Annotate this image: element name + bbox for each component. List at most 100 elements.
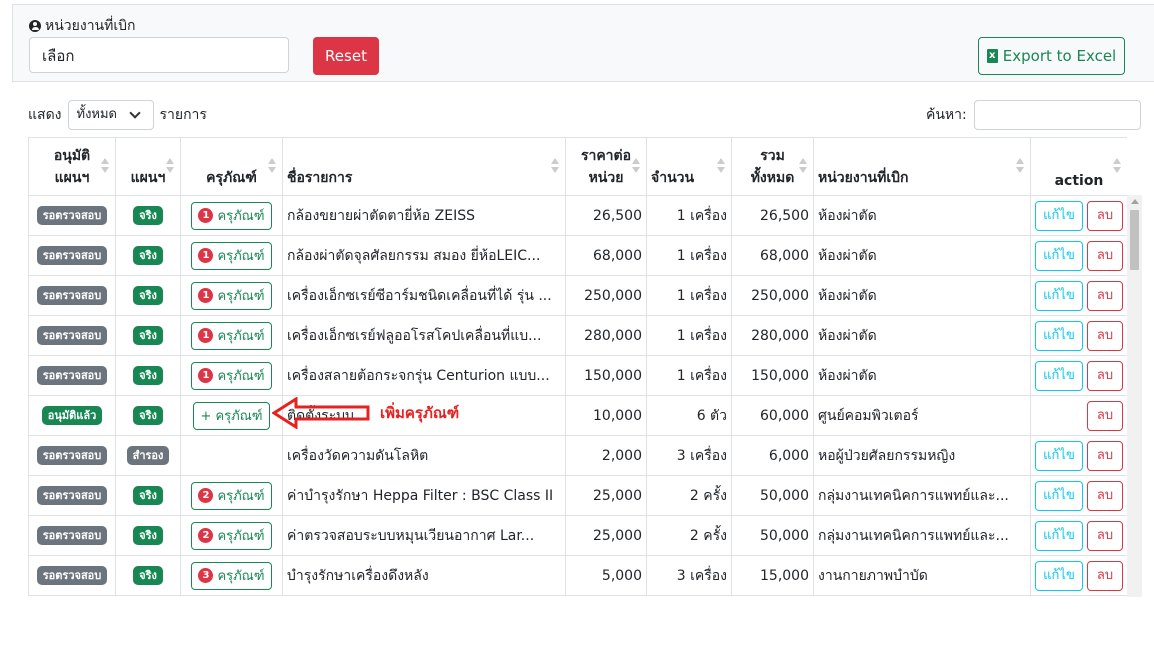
equipment-button[interactable]: 3 ครุภัณฑ์ [191, 561, 272, 590]
scroll-thumb[interactable] [1130, 210, 1139, 270]
table-scrollbar[interactable] [1127, 195, 1142, 597]
equipment-cell: 1 ครุภัณฑ์ [180, 235, 283, 276]
equipment-button[interactable]: 2 ครุภัณฑ์ [191, 521, 272, 550]
delete-button[interactable]: ลบ [1087, 240, 1123, 271]
equipment-button[interactable]: 1 ครุภัณฑ์ [191, 321, 272, 350]
equipment-count-badge: 1 [198, 208, 214, 223]
plan-badge: จริง [133, 366, 163, 385]
column-header-total[interactable]: รวม ทั้งหมด [731, 137, 814, 196]
column-header-equipment[interactable]: ครุภัณฑ์ [180, 137, 283, 196]
sort-icon [1113, 158, 1121, 174]
length-prefix: แสดง [28, 107, 62, 123]
item-name-cell: ค่าบำรุงรักษา Heppa Filter : BSC Class I… [282, 475, 566, 516]
search-label: ค้นหา: [926, 107, 967, 123]
department-cell: หอผู้ป่วยศัลยกรรมหญิง [813, 435, 1031, 476]
column-header-approval[interactable]: อนุมัติ แผนฯ [28, 137, 116, 196]
action-cell: แก้ไข ลบ [1030, 195, 1127, 236]
equipment-count-badge: 3 [198, 568, 214, 583]
delete-button[interactable]: ลบ [1087, 320, 1123, 351]
edit-button[interactable]: แก้ไข [1035, 360, 1083, 391]
total-cell: 15,000 [731, 555, 814, 596]
edit-button[interactable]: แก้ไข [1035, 560, 1083, 591]
search-control: ค้นหา: [926, 100, 1141, 130]
unit-price-cell: 25,000 [565, 475, 647, 516]
length-select[interactable]: ทั้งหมด [67, 100, 154, 130]
sort-icon [166, 158, 174, 174]
export-excel-button[interactable]: x Export to Excel [978, 37, 1125, 75]
table-row: อนุมัติแล้ว จริง + ครุภัณฑ์ ติดตั้งระบบ 10,0… [28, 395, 1127, 436]
edit-button[interactable]: แก้ไข [1035, 280, 1083, 311]
item-name-cell: เครื่องเอ็กซเรย์ซีอาร์มชนิดเคลื่อนที่ได้… [282, 275, 566, 316]
edit-button[interactable]: แก้ไข [1035, 480, 1083, 511]
scroll-up-arrow-icon[interactable] [1131, 199, 1139, 204]
equipment-button[interactable]: 1 ครุภัณฑ์ [191, 361, 272, 390]
column-header-quantity[interactable]: จำนวน [646, 137, 732, 196]
table-row: รอตรวจสอบ จริง 1 ครุภัณฑ์ กล้องขยายผ่าตัดตาย… [28, 195, 1127, 236]
column-header-department[interactable]: หน่วยงานที่เบิก [813, 137, 1031, 196]
user-circle-icon [29, 20, 41, 32]
status-badge: รอตรวจสอบ [36, 246, 108, 265]
equipment-button[interactable]: 1 ครุภัณฑ์ [191, 281, 272, 310]
equipment-cell: 2 ครุภัณฑ์ [180, 475, 283, 516]
column-header-plan[interactable]: แผนฯ [115, 137, 181, 196]
delete-button[interactable]: ลบ [1087, 440, 1123, 471]
department-label-text: หน่วยงานที่เบิก [45, 18, 136, 34]
status-badge: รอตรวจสอบ [36, 366, 108, 385]
delete-button[interactable]: ลบ [1087, 280, 1123, 311]
length-suffix: รายการ [159, 107, 207, 123]
delete-button[interactable]: ลบ [1087, 480, 1123, 511]
plan-cell: จริง [115, 395, 181, 436]
quantity-cell: 6 ตัว [646, 395, 732, 436]
equipment-button[interactable]: 1 ครุภัณฑ์ [191, 241, 272, 270]
equipment-count-badge: 1 [198, 288, 214, 303]
table-row: รอตรวจสอบ จริง 3 ครุภัณฑ์ บำรุงรักษาเครื่องด… [28, 555, 1127, 596]
plan-cell: จริง [115, 315, 181, 356]
plan-cell: จริง [115, 475, 181, 516]
delete-button[interactable]: ลบ [1087, 400, 1123, 431]
status-badge: รอตรวจสอบ [36, 206, 108, 225]
department-cell: ห้องผ่าตัด [813, 315, 1031, 356]
edit-button[interactable]: แก้ไข [1035, 200, 1083, 231]
edit-button[interactable]: แก้ไข [1035, 240, 1083, 271]
status-cell: รอตรวจสอบ [28, 515, 116, 556]
length-control: แสดง ทั้งหมด รายการ [28, 100, 207, 130]
department-cell: ห้องผ่าตัด [813, 275, 1031, 316]
department-cell: ศูนย์คอมพิวเตอร์ [813, 395, 1031, 436]
unit-price-cell: 25,000 [565, 515, 647, 556]
column-header-unit-price[interactable]: ราคาต่อ หน่วย [565, 137, 647, 196]
quantity-cell: 1 เครื่อง [646, 235, 732, 276]
status-cell: รอตรวจสอบ [28, 555, 116, 596]
plan-badge: จริง [133, 206, 163, 225]
equipment-button[interactable]: 1 ครุภัณฑ์ [191, 201, 272, 230]
action-cell: แก้ไข ลบ [1030, 435, 1127, 476]
total-cell: 150,000 [731, 355, 814, 396]
edit-button[interactable]: แก้ไข [1035, 520, 1083, 551]
search-input[interactable] [973, 100, 1141, 130]
edit-button[interactable]: แก้ไข [1035, 440, 1083, 471]
department-select[interactable]: เลือก [29, 37, 289, 73]
export-excel-label: Export to Excel [1002, 47, 1117, 65]
edit-button[interactable]: แก้ไข [1035, 320, 1083, 351]
department-label: หน่วยงานที่เบิก [29, 15, 136, 37]
delete-button[interactable]: ลบ [1087, 200, 1123, 231]
equipment-cell: 3 ครุภัณฑ์ [180, 555, 283, 596]
table-row: รอตรวจสอบ จริง 1 ครุภัณฑ์ กล้องผ่าตัดจุลศัลย… [28, 235, 1127, 276]
status-badge: อนุมัติแล้ว [41, 406, 103, 425]
column-header-action[interactable]: action [1030, 137, 1127, 196]
department-cell: ห้องผ่าตัด [813, 235, 1031, 276]
add-equipment-button[interactable]: + ครุภัณฑ์ [193, 401, 270, 430]
delete-button[interactable]: ลบ [1087, 520, 1123, 551]
total-cell: 26,500 [731, 195, 814, 236]
item-name-cell: กล้องขยายผ่าตัดตายี่ห้อ ZEISS [282, 195, 566, 236]
unit-price-cell: 5,000 [565, 555, 647, 596]
delete-button[interactable]: ลบ [1087, 360, 1123, 391]
equipment-button-label: ครุภัณฑ์ [217, 249, 265, 264]
delete-button[interactable]: ลบ [1087, 560, 1123, 591]
equipment-button[interactable]: 2 ครุภัณฑ์ [191, 481, 272, 510]
column-header-item-name[interactable]: ชื่อรายการ [282, 137, 566, 196]
plan-cell: จริง [115, 515, 181, 556]
quantity-cell: 1 เครื่อง [646, 315, 732, 356]
equipment-cell: 1 ครุภัณฑ์ [180, 355, 283, 396]
reset-button[interactable]: Reset [313, 37, 379, 75]
action-cell: ลบ [1030, 395, 1127, 436]
